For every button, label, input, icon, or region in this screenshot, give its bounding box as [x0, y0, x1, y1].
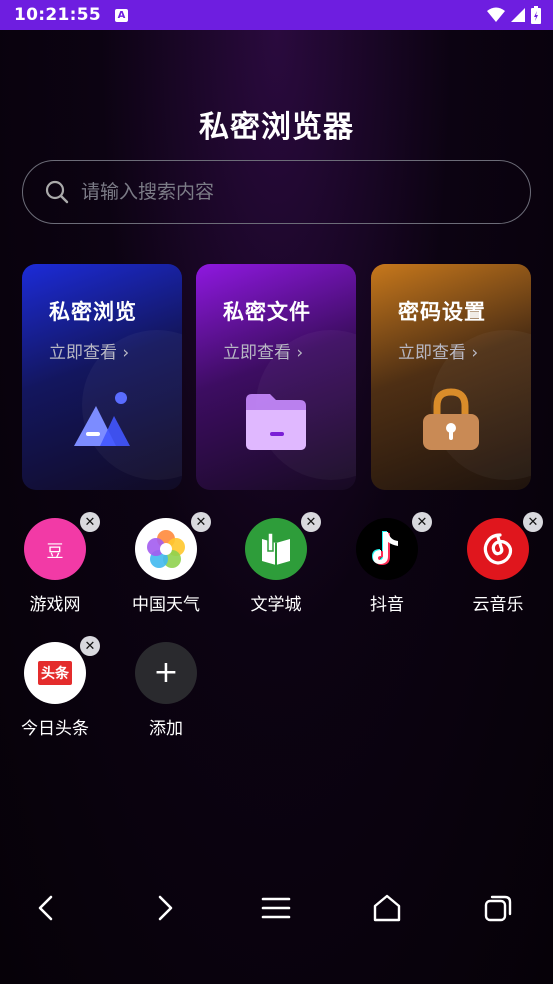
card-subtitle: 立即查看 ›: [223, 343, 304, 363]
card-title: 私密文件: [223, 300, 311, 324]
wifi-icon: [487, 7, 505, 22]
remove-shortcut-button[interactable]: ✕: [80, 636, 100, 656]
shortcut-label: 中国天气: [132, 595, 200, 615]
remove-shortcut-button[interactable]: ✕: [412, 512, 432, 532]
menu-icon: [261, 897, 291, 919]
add-shortcut-button[interactable]: + 添加: [111, 642, 221, 739]
bottom-navigation: [0, 888, 553, 928]
folder-icon: [246, 394, 306, 450]
home-button[interactable]: [367, 888, 407, 928]
tiktok-icon: ✕: [356, 512, 432, 580]
tabs-icon: [484, 895, 512, 922]
shortcut-toutiao[interactable]: 头条 ✕ 今日头条: [0, 636, 110, 739]
back-button[interactable]: [25, 888, 65, 928]
shortcut-game-site[interactable]: 豆 ✕ 游戏网: [0, 512, 110, 615]
remove-shortcut-button[interactable]: ✕: [301, 512, 321, 532]
netease-music-icon: ✕: [467, 512, 543, 580]
battery-icon: [531, 6, 541, 24]
search-icon: [45, 180, 69, 204]
app-logo-title: 私密浏览器: [191, 96, 362, 150]
status-bar: 10:21:55 A: [0, 0, 553, 30]
shortcut-douyin[interactable]: ✕ 抖音: [332, 512, 442, 615]
tabs-button[interactable]: [478, 888, 518, 928]
game-site-icon: 豆 ✕: [24, 512, 100, 580]
forward-icon: [158, 895, 173, 921]
weather-pinwheel-icon: ✕: [135, 512, 211, 580]
shortcut-cloud-music[interactable]: ✕ 云音乐: [443, 512, 553, 615]
mountain-icon: [74, 392, 130, 446]
card-password-settings[interactable]: 密码设置 立即查看 ›: [371, 264, 531, 490]
back-icon: [38, 895, 53, 921]
remove-shortcut-button[interactable]: ✕: [191, 512, 211, 532]
home-icon: [373, 894, 401, 922]
signal-icon: [511, 8, 525, 22]
shortcut-label: 云音乐: [472, 595, 524, 615]
shortcut-label: 今日头条: [21, 719, 89, 739]
app-body: 私密浏览器 私密浏览 立即查看 › 私密文件 立即查看 › 密码设置 立即查看 …: [0, 30, 553, 984]
search-bar[interactable]: [22, 160, 531, 224]
card-title: 密码设置: [398, 300, 486, 324]
notification-icon: A: [114, 8, 128, 22]
card-title: 私密浏览: [49, 300, 137, 324]
card-private-files[interactable]: 私密文件 立即查看 ›: [196, 264, 356, 490]
card-private-browse[interactable]: 私密浏览 立即查看 ›: [22, 264, 182, 490]
lock-icon: [423, 388, 479, 450]
status-time: 10:21:55: [14, 5, 101, 25]
shortcut-label: 文学城: [250, 595, 302, 615]
menu-button[interactable]: [256, 888, 296, 928]
forward-button[interactable]: [146, 888, 186, 928]
remove-shortcut-button[interactable]: ✕: [523, 512, 543, 532]
shortcut-china-weather[interactable]: ✕ 中国天气: [111, 512, 221, 615]
shortcut-literature-city[interactable]: ✕ 文学城: [221, 512, 331, 615]
shortcut-label: 游戏网: [29, 595, 81, 615]
card-subtitle: 立即查看 ›: [49, 343, 130, 363]
book-icon: ✕: [245, 512, 321, 580]
remove-shortcut-button[interactable]: ✕: [80, 512, 100, 532]
search-input[interactable]: [81, 181, 481, 203]
card-subtitle: 立即查看 ›: [398, 343, 479, 363]
plus-icon: +: [135, 642, 197, 704]
shortcut-label: 抖音: [370, 595, 404, 615]
shortcut-label: 添加: [149, 719, 183, 739]
toutiao-icon: 头条 ✕: [24, 636, 100, 704]
